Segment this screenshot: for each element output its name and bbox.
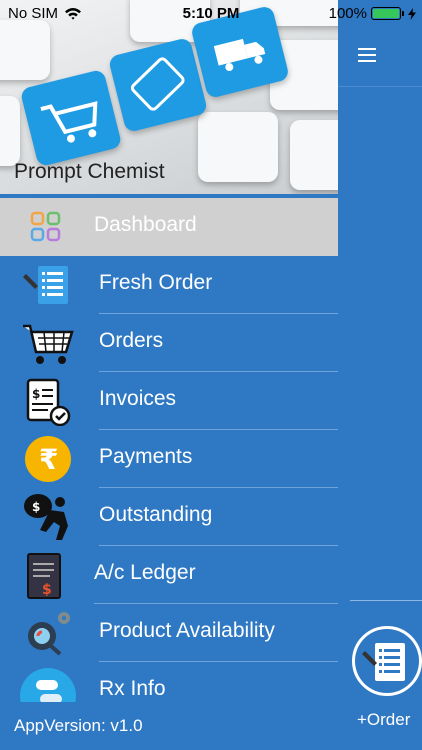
nav-bar: [338, 28, 422, 87]
battery-group: 100%: [329, 5, 416, 22]
cart-icon: [23, 324, 74, 364]
menu-item-label: Dashboard: [94, 213, 197, 236]
menu-item-label: Orders: [99, 329, 164, 352]
keyboard-key: [0, 20, 50, 80]
credit-card-icon: [130, 57, 185, 111]
drawer-header: Prompt Chemist: [0, 0, 338, 198]
svg-text:₹: ₹: [39, 443, 58, 476]
brand-name: Prompt Chemist: [14, 160, 165, 183]
new-order-button[interactable]: [350, 624, 422, 698]
dashboard-grid-icon: [30, 211, 61, 242]
fresh-order-icon: [362, 643, 405, 681]
menu-item-fresh-order[interactable]: Fresh Order: [0, 256, 338, 314]
ledger-icon: $: [27, 553, 61, 599]
invoice-icon: $: [26, 378, 71, 426]
menu-item-label: Payments: [99, 445, 193, 468]
gear-search-icon: [28, 612, 70, 656]
battery-percent: 100%: [328, 5, 367, 22]
main-content: +Order: [338, 0, 422, 750]
menu-item-dashboard[interactable]: Dashboard: [0, 198, 338, 256]
rupee-icon: ₹: [25, 436, 71, 482]
divider: [350, 600, 422, 601]
svg-text:$: $: [32, 500, 40, 514]
menu-toggle-icon[interactable]: [358, 48, 376, 62]
fresh-order-icon: [23, 266, 68, 304]
menu-item-label: Invoices: [99, 387, 177, 410]
charging-bolt-icon: [408, 7, 416, 20]
cart-icon: [40, 101, 98, 143]
drawer-footer: AppVersion: v1.0: [0, 702, 338, 750]
menu-item-payments[interactable]: ₹ Payments: [0, 430, 338, 488]
outstanding-bag-icon: $: [24, 494, 68, 540]
new-order-label[interactable]: +Order: [357, 710, 410, 730]
keyboard-key: [0, 96, 20, 166]
keyboard-key: [198, 112, 278, 182]
status-bar: No SIM 5:10 PM 100%: [0, 0, 422, 28]
menu-item-invoices[interactable]: $ Invoices: [0, 372, 338, 430]
card-key: [107, 36, 209, 134]
menu-item-ac-ledger[interactable]: $ A/c Ledger: [0, 546, 338, 604]
menu-item-label: Rx Info: [99, 677, 166, 700]
menu-item-label: Product Availability: [99, 619, 275, 642]
app-version: AppVersion: v1.0: [14, 716, 143, 735]
menu-item-label: A/c Ledger: [94, 561, 196, 584]
menu-item-orders[interactable]: Orders: [0, 314, 338, 372]
battery-icon: [371, 7, 404, 20]
menu-item-label: Fresh Order: [99, 271, 213, 294]
svg-text:$: $: [32, 387, 40, 401]
keyboard-key: [290, 120, 338, 190]
menu-item-label: Outstanding: [99, 503, 213, 526]
cart-key: [19, 68, 123, 168]
svg-text:$: $: [42, 582, 52, 598]
menu-item-product-availability[interactable]: Product Availability: [0, 604, 338, 662]
side-drawer: Prompt Chemist Dashboard Fresh Order Ord…: [0, 0, 338, 750]
menu-item-outstanding[interactable]: $ Outstanding: [0, 488, 338, 546]
